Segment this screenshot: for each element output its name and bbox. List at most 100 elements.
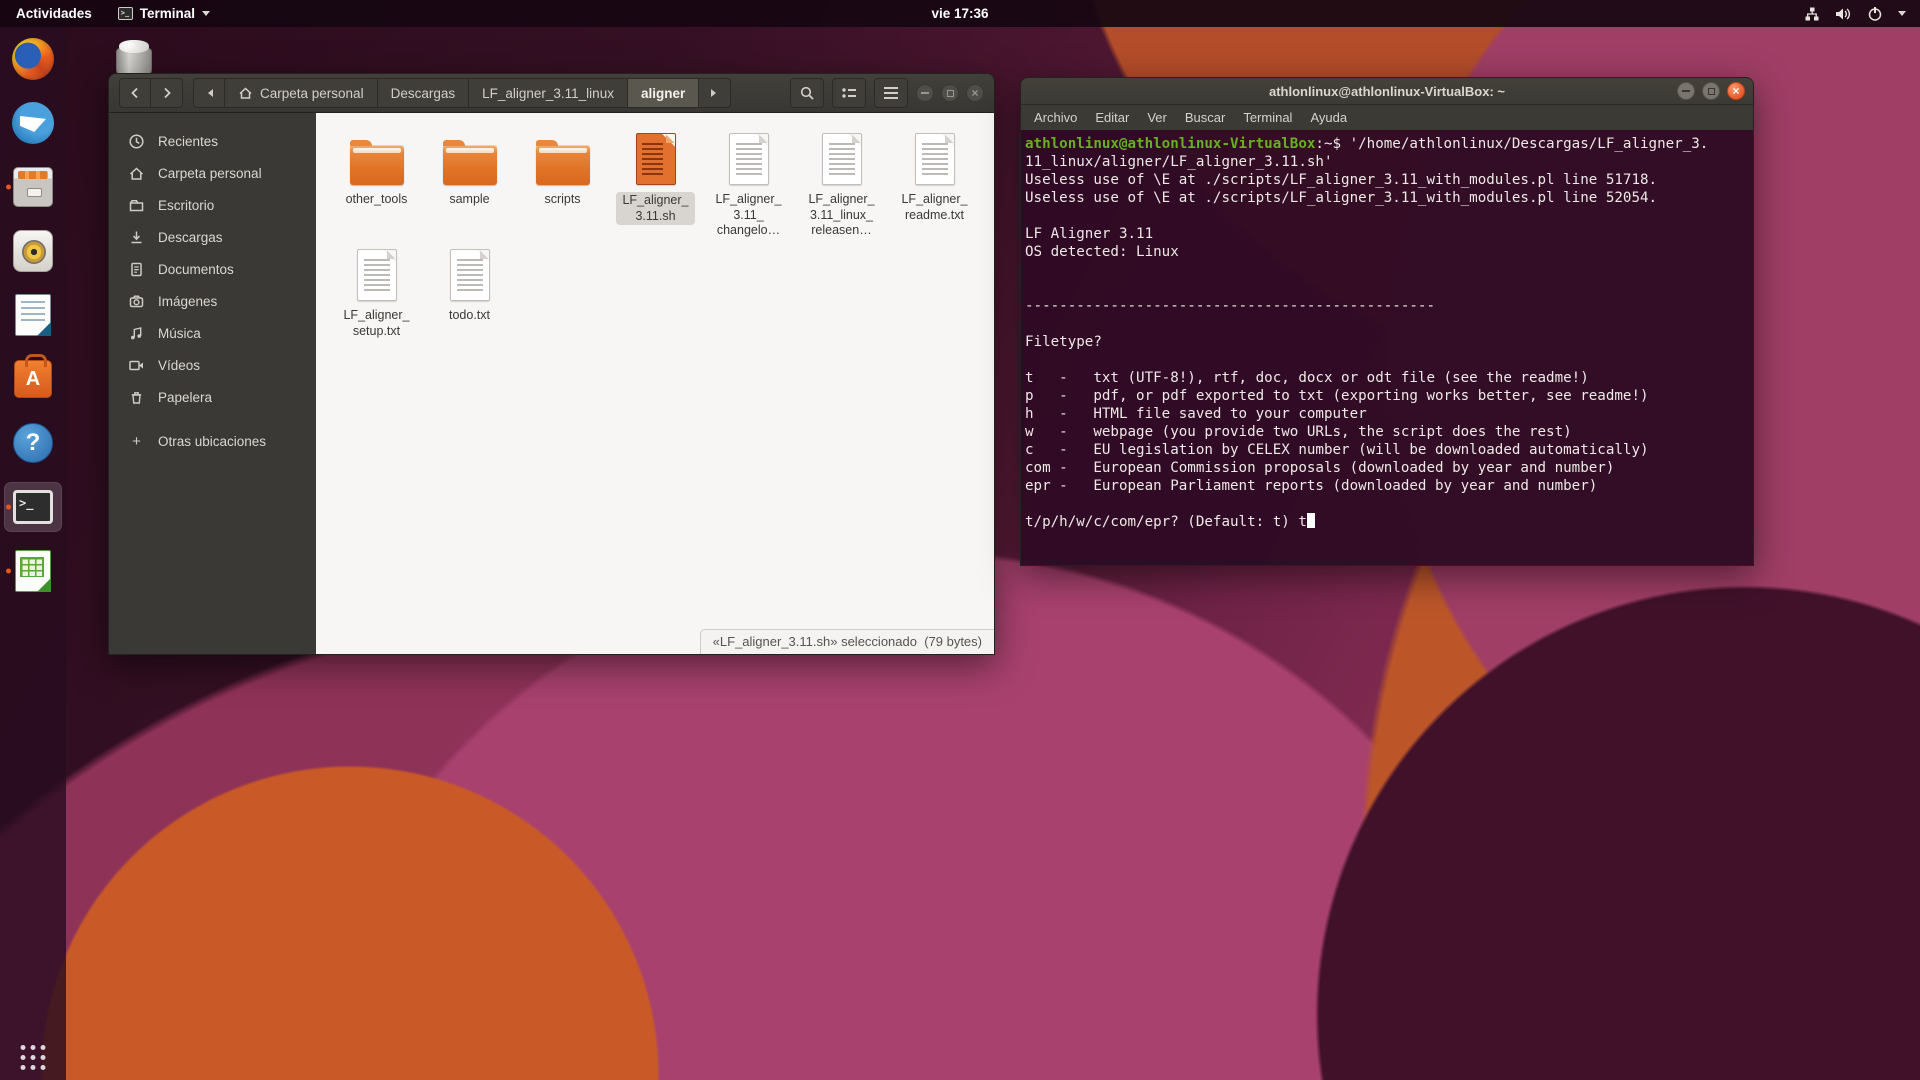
- forward-button[interactable]: [151, 78, 183, 108]
- file-item-changelog[interactable]: LF_aligner_3.11_changelo…: [702, 123, 795, 239]
- libreoffice-calc-icon: [15, 550, 51, 592]
- running-indicator: [6, 505, 11, 510]
- sidebar-item-escritorio[interactable]: Escritorio: [109, 189, 316, 221]
- terminal-line: p - pdf, or pdf exported to txt (exporti…: [1025, 387, 1749, 405]
- menu-archivo[interactable]: Archivo: [1025, 110, 1086, 125]
- music-icon: [128, 325, 145, 342]
- menu-editar[interactable]: Editar: [1086, 110, 1138, 125]
- sidebar-item-documentos[interactable]: Documentos: [109, 253, 316, 285]
- dock-item-help[interactable]: ?: [4, 418, 62, 468]
- sidebar-item-descargas[interactable]: Descargas: [109, 221, 316, 253]
- dock-item-rhythmbox[interactable]: [4, 226, 62, 276]
- dock-item-firefox[interactable]: [4, 34, 62, 84]
- maximize-icon: [947, 90, 954, 97]
- sidebar-item-papelera[interactable]: Papelera: [109, 381, 316, 413]
- text-file-icon: [450, 249, 490, 301]
- sidebar-item-imagenes[interactable]: Imágenes: [109, 285, 316, 317]
- dock-item-libreoffice-calc[interactable]: [4, 546, 62, 596]
- dock-item-thunderbird[interactable]: [4, 98, 62, 148]
- recent-icon: [128, 133, 145, 150]
- maximize-icon: [1708, 88, 1715, 95]
- menu-ayuda[interactable]: Ayuda: [1301, 110, 1356, 125]
- window-title: athlonlinux@athlonlinux-VirtualBox: ~: [1021, 84, 1753, 99]
- sidebar-item-musica[interactable]: Música: [109, 317, 316, 349]
- prompt-separator: :~$: [1315, 136, 1349, 152]
- show-applications-button[interactable]: [21, 1045, 46, 1070]
- dock-item-files[interactable]: [4, 162, 62, 212]
- breadcrumb-aligner-active[interactable]: aligner: [628, 78, 699, 108]
- terminal-line: 11_linux/aligner/LF_aligner_3.11.sh': [1025, 153, 1749, 171]
- text-file-icon: [915, 133, 955, 185]
- terminal-line: epr - European Parliament reports (downl…: [1025, 477, 1749, 495]
- pictures-icon: [128, 293, 145, 310]
- terminal-input-line: t/p/h/w/c/com/epr? (Default: t) t: [1025, 513, 1749, 531]
- terminal-line: h - HTML file saved to your computer: [1025, 405, 1749, 423]
- sidebar-item-videos[interactable]: Vídeos: [109, 349, 316, 381]
- back-button[interactable]: [119, 78, 151, 108]
- clock[interactable]: vie 17:36: [931, 0, 988, 27]
- files-content[interactable]: other_tools sample scripts LF_aligner_3.…: [316, 113, 994, 654]
- chevron-down-icon: [202, 11, 210, 20]
- shell-script-file-icon: [636, 133, 676, 185]
- file-item-readme[interactable]: LF_aligner_readme.txt: [888, 123, 981, 239]
- folder-icon: [350, 145, 404, 185]
- breadcrumb-lf-aligner-linux[interactable]: LF_aligner_3.11_linux: [469, 78, 628, 108]
- downloads-icon: [128, 229, 145, 246]
- maximize-button[interactable]: [941, 84, 959, 102]
- back-icon: [128, 86, 142, 100]
- close-icon: ×: [1732, 85, 1739, 97]
- trash-icon: [128, 389, 145, 406]
- close-button[interactable]: ×: [966, 84, 984, 102]
- breadcrumb-scroll-right-button[interactable]: [699, 78, 731, 108]
- terminal-line: OS detected: Linux: [1025, 243, 1749, 261]
- breadcrumb-descargas[interactable]: Descargas: [378, 78, 470, 108]
- terminal-line: Useless use of \E at ./scripts/LF_aligne…: [1025, 189, 1749, 207]
- terminal-line: [1025, 261, 1749, 279]
- app-menu[interactable]: >_ Terminal: [108, 0, 220, 27]
- folder-icon: [443, 145, 497, 185]
- file-item-releasenotes[interactable]: LF_aligner_3.11_linux_releasen…: [795, 123, 888, 239]
- terminal-line: Useless use of \E at ./scripts/LF_aligne…: [1025, 171, 1749, 189]
- terminal-line: t - txt (UTF-8!), rtf, doc, docx or odt …: [1025, 369, 1749, 387]
- sidebar-item-otras-ubicaciones[interactable]: + Otras ubicaciones: [109, 425, 316, 457]
- terminal-output[interactable]: athlonlinux@athlonlinux-VirtualBox:~$ '/…: [1020, 130, 1754, 566]
- breadcrumb-home[interactable]: Carpeta personal: [225, 78, 378, 108]
- command-text: '/home/athlonlinux/Descargas/LF_aligner_…: [1350, 136, 1709, 152]
- terminal-line: [1025, 279, 1749, 297]
- view-toggle-button[interactable]: [832, 78, 866, 108]
- file-item-scripts[interactable]: scripts: [516, 123, 609, 239]
- dock-item-libreoffice-writer[interactable]: [4, 290, 62, 340]
- help-icon: ?: [13, 423, 53, 463]
- terminal-prompt-line: athlonlinux@athlonlinux-VirtualBox:~$ '/…: [1025, 135, 1749, 153]
- close-button[interactable]: ×: [1727, 82, 1745, 100]
- firefox-icon: [12, 38, 54, 80]
- triangle-left-icon: [204, 89, 213, 97]
- window-menu-button[interactable]: [874, 78, 908, 108]
- file-item-lf-aligner-sh-selected[interactable]: LF_aligner_3.11.sh: [609, 123, 702, 239]
- top-bar: Actividades >_ Terminal vie 17:36: [0, 0, 1920, 27]
- menu-ver[interactable]: Ver: [1138, 110, 1176, 125]
- search-button[interactable]: [790, 78, 824, 108]
- home-icon: [238, 86, 253, 100]
- maximize-button[interactable]: [1702, 82, 1720, 100]
- file-item-other-tools[interactable]: other_tools: [330, 123, 423, 239]
- minimize-icon: [921, 92, 929, 94]
- minimize-button[interactable]: [916, 84, 934, 102]
- dock-item-ubuntu-software[interactable]: A: [4, 354, 62, 404]
- sidebar-item-recientes[interactable]: Recientes: [109, 125, 316, 157]
- file-item-setup[interactable]: LF_aligner_setup.txt: [330, 239, 423, 355]
- menu-buscar[interactable]: Buscar: [1176, 110, 1234, 125]
- minimize-icon: [1682, 90, 1690, 92]
- terminal-line: Filetype?: [1025, 333, 1749, 351]
- sidebar-item-carpeta-personal[interactable]: Carpeta personal: [109, 157, 316, 189]
- volume-icon: [1835, 6, 1852, 22]
- system-status-area[interactable]: [1790, 0, 1920, 27]
- file-item-sample[interactable]: sample: [423, 123, 516, 239]
- menu-terminal[interactable]: Terminal: [1234, 110, 1301, 125]
- dock-item-terminal[interactable]: >_: [4, 482, 62, 532]
- terminal-titlebar[interactable]: athlonlinux@athlonlinux-VirtualBox: ~ ×: [1020, 77, 1754, 105]
- activities-button[interactable]: Actividades: [0, 0, 108, 27]
- breadcrumb-scroll-left-button[interactable]: [193, 78, 225, 108]
- minimize-button[interactable]: [1677, 82, 1695, 100]
- file-item-todo[interactable]: todo.txt: [423, 239, 516, 355]
